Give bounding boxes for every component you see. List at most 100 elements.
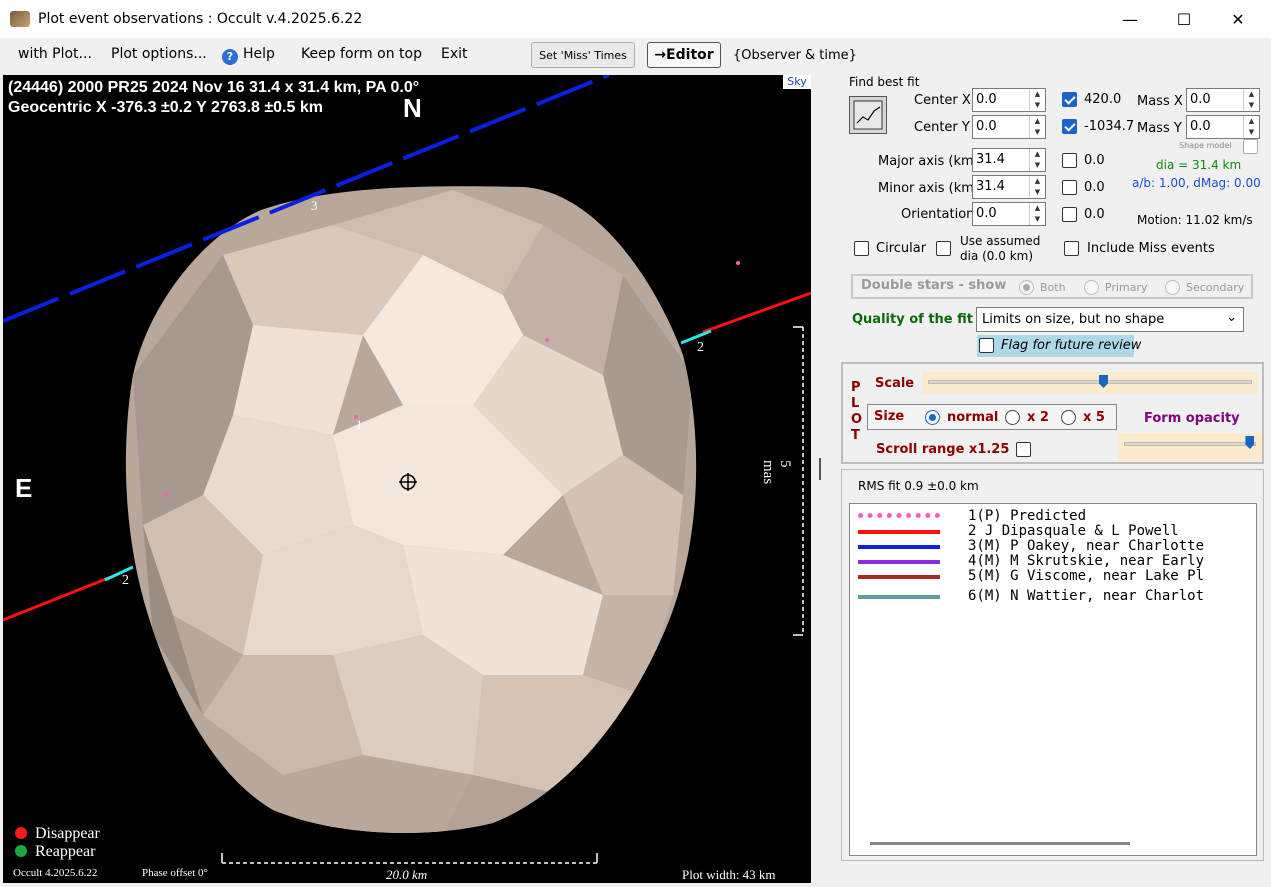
scale-slider[interactable] [928,380,1252,384]
double-secondary-radio[interactable] [1165,280,1180,295]
observer-line-swatch [858,545,940,549]
center-y-spin-icon[interactable]: ▲ ▼ [1029,116,1045,138]
fit-panel: Find best fit Center X 0.0 ▲ ▼ 420.0 Mass … [838,75,1268,883]
title-bar: Plot event observations : Occult v.4.202… [0,0,1271,38]
scroll-range-checkbox[interactable] [1016,442,1031,457]
chord-label-2-right: 2 [697,340,704,355]
use-assumed-checkbox[interactable] [936,241,951,256]
orientation-spin-icon[interactable]: ▲ ▼ [1029,203,1045,225]
maximize-button[interactable]: ☐ [1157,0,1211,38]
orientation-value: 0.0 [976,206,997,221]
observer-text: 5(M) G Viscome, near Lake Pl [968,568,1205,584]
asteroid-plot [3,75,811,864]
minor-axis-input[interactable]: 31.4 ▲ ▼ [972,175,1046,199]
footer-plot-width: Plot width: 43 km [682,867,776,882]
editor-button[interactable]: →Editor [647,42,721,68]
major-axis-input[interactable]: 31.4 ▲ ▼ [972,148,1046,172]
orientation-input[interactable]: 0.0 ▲ ▼ [972,202,1046,226]
observer-row[interactable]: 5(M) G Viscome, near Lake Pl [850,568,1256,585]
chevron-down-icon: ⌄ [1226,310,1237,325]
quality-select[interactable]: Limits on size, but no shape ⌄ [976,307,1244,332]
mass-x-value: 0.0 [1190,92,1211,107]
east-marker: E [15,473,33,503]
flag-review-label: Flag for future review [1001,338,1142,353]
minor-axis-checkbox[interactable] [1062,180,1077,195]
minor-axis-fixed-value: 0.0 [1084,180,1105,195]
ab-dmag-readout: a/b: 1.00, dMag: 0.00 [1132,176,1261,190]
predicted-dot-right [736,261,740,265]
circular-checkbox[interactable] [854,241,869,256]
center-x-input[interactable]: 0.0 ▲ ▼ [972,88,1046,112]
splitter-grip[interactable] [819,458,821,480]
observer-line-swatch [858,560,940,564]
major-axis-checkbox[interactable] [1062,153,1077,168]
major-axis-fixed-value: 0.0 [1084,153,1105,168]
observer-row[interactable]: 6(M) N Wattier, near Charlot [850,588,1256,605]
mass-y-value: 0.0 [1190,119,1211,134]
legend-disappear: Disappear [15,825,100,843]
opacity-slider-bg [1118,433,1262,461]
fit-chart-icon [853,100,883,130]
double-both-radio[interactable] [1019,280,1034,295]
minor-axis-spin-icon[interactable]: ▲ ▼ [1029,176,1045,198]
observer-time-label[interactable]: {Observer & time} [733,48,857,63]
mass-x-input[interactable]: 0.0 ▲ ▼ [1186,88,1260,112]
minor-axis-value: 31.4 [976,179,1005,194]
legend-reappear: Reappear [15,843,95,861]
mass-y-input[interactable]: 0.0 ▲ ▼ [1186,115,1260,139]
size-normal-radio[interactable] [925,410,940,425]
close-button[interactable]: ✕ [1211,0,1265,38]
legend-disappear-label: Disappear [35,825,100,842]
size-x2-label: x 2 [1027,410,1049,425]
chord-label-3: 3 [311,198,318,213]
observers-list[interactable]: 1(P) Predicted 2 J Dipasquale & L Powell 3… [849,503,1257,856]
disappear-dot [15,827,27,839]
mas-scale-label: 5 mas [760,460,793,485]
center-y-input[interactable]: 0.0 ▲ ▼ [972,115,1046,139]
app-window: Plot event observations : Occult v.4.202… [0,0,1271,887]
footer-version: Occult 4.2025.6.22 [13,867,98,879]
plot-title: (24446) 2000 PR25 2024 Nov 16 31.4 x 31.… [8,79,420,96]
size-x2-radio[interactable] [1005,410,1020,425]
menu-help-label: Help [243,46,275,62]
minimize-button[interactable]: — [1103,0,1157,38]
flag-review-checkbox[interactable] [979,338,994,353]
center-x-spin-icon[interactable]: ▲ ▼ [1029,89,1045,111]
shape-model-checkbox[interactable] [1243,139,1258,154]
major-axis-spin-icon[interactable]: ▲ ▼ [1029,149,1045,171]
include-miss-checkbox[interactable] [1064,241,1079,256]
help-icon: ? [222,49,238,65]
size-normal-label: normal [947,410,999,425]
opacity-slider[interactable] [1124,442,1256,446]
horizontal-scrollbar[interactable] [870,842,1130,845]
observer-text: 3(M) P Oakey, near Charlotte [968,538,1205,554]
mass-y-label: Mass Y [1137,121,1182,136]
fit-button[interactable] [849,96,887,134]
menu-exit[interactable]: Exit [441,46,468,62]
center-y-fixed-value: -1034.7 [1084,119,1135,134]
motion-readout: Motion: 11.02 km/s [1137,213,1253,227]
size-x5-label: x 5 [1083,410,1105,425]
menu-plot-options[interactable]: Plot options... [111,46,207,62]
double-primary-radio[interactable] [1084,280,1099,295]
center-x-label: Center X [914,93,971,108]
double-secondary-label: Secondary [1186,281,1245,294]
size-x5-radio[interactable] [1061,410,1076,425]
observer-line-swatch [858,575,940,579]
reappear-dot [15,845,27,857]
mass-y-spin-icon[interactable]: ▲ ▼ [1243,116,1259,138]
orientation-checkbox[interactable] [1062,207,1077,222]
plot-canvas[interactable]: (24446) 2000 PR25 2024 Nov 16 31.4 x 31.… [3,75,811,883]
center-y-checkbox[interactable] [1062,119,1077,134]
legend-reappear-label: Reappear [35,843,96,860]
mass-x-spin-icon[interactable]: ▲ ▼ [1243,89,1259,111]
center-x-checkbox[interactable] [1062,92,1077,107]
menu-with-plot[interactable]: with Plot... [18,46,92,62]
menu-keep-on-top[interactable]: Keep form on top [301,46,422,62]
shape-model-label: Shape model [1179,141,1232,150]
sky-button[interactable]: Sky [783,75,811,89]
set-miss-times-button[interactable]: Set 'Miss' Times [531,42,635,68]
size-label: Size [874,409,905,424]
menu-help[interactable]: ? Help [222,46,275,65]
circular-label: Circular [876,241,927,256]
